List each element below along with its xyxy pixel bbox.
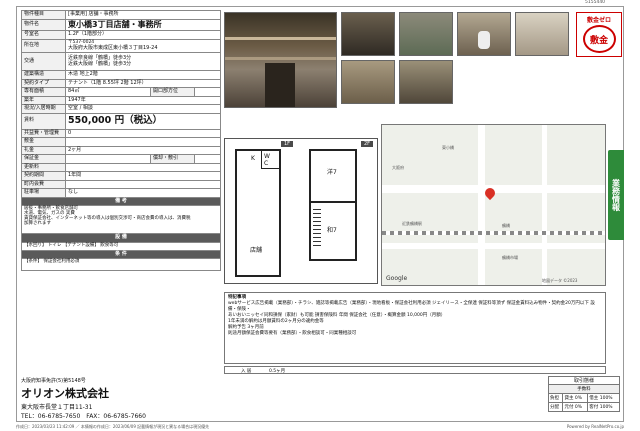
footer-note: 作成日：2023/03/23 11:42:09 ／ 本情報の作成日：2023/0…	[16, 424, 624, 429]
row-period: 契約期間 1年間	[21, 171, 221, 181]
row-structure: 建築構造 木造 地上2階	[21, 70, 221, 80]
exterior-photo[interactable]	[224, 12, 337, 108]
equipment-header: 設 備	[21, 233, 221, 243]
move-in-row: 入 居 0.5ヶ月	[224, 366, 606, 374]
railway-line	[382, 231, 605, 235]
interior-photo-2[interactable]	[399, 12, 453, 56]
staircase	[313, 209, 321, 249]
company-name: オリオン株式会社	[21, 387, 109, 400]
fee-table: 手数料 負担 貸主 0% 借主 100% 分配 元付 0% 客付 100%	[547, 384, 620, 412]
no-deposit-badge: 敷金ゼロ 敷金	[576, 12, 622, 57]
row-area: 専有面積 84㎡ 開口部方位	[21, 87, 222, 97]
row-built: 築年 1947年	[21, 95, 221, 106]
rent-value: 550,000 円（税込）	[65, 112, 221, 130]
conditions-body: 【条件】 保証会社利用必須	[21, 258, 221, 272]
page-code: 5155440	[585, 0, 606, 5]
row-name: 物件名 東小橋3丁目店舗・事務所	[21, 18, 221, 32]
remarks-body: 居抜・事務所・飲食店舗可 水道、電気、ガスの 実費 賃貸保証会社、インターネット…	[21, 205, 221, 235]
conditions-header: 条 件	[21, 249, 221, 260]
row-contract: 契約タイプ テナント（1階 8.55坪 2階 12坪）	[21, 78, 221, 89]
property-details-table: 物件種目 [事業用] 店舗・事務所 物件名 東小橋3丁目店舗・事務所 号室名 1.2F…	[21, 10, 222, 272]
equipment-body: 【水回り】 トイレ 【テナント設備】 飲食等可	[21, 241, 221, 251]
floor-plan[interactable]: 1F 2F W C K 店舗 洋7 和7	[224, 138, 378, 284]
interior-photo-1[interactable]	[341, 12, 395, 56]
row-guarantee: 保証金 償却・敷引	[21, 154, 222, 164]
row-assoc: 町内会費	[21, 179, 221, 190]
row-deposit: 敷金	[21, 137, 221, 147]
fee-row: 負担 貸主 0% 借主 100%	[547, 393, 620, 403]
interior-photo-4[interactable]	[399, 60, 453, 104]
toilet-photo[interactable]	[457, 12, 511, 56]
special-notes: 特記事項 webサービス広告掲載（業務部）・チラシ、雑誌等掲載広告（業務部）・現…	[224, 292, 606, 364]
row-traffic: 交通 近鉄奈良線「鶴橋」徒歩3分 近鉄大阪線「鶴橋」徒歩3分	[21, 52, 221, 72]
row-room: 号室名 1.2F（1階部分）	[21, 30, 221, 40]
agent-block: 大阪府知事免許(5)第5148号 オリオン株式会社 東大阪市長堂１丁目11-31…	[21, 377, 221, 420]
row-renewal: 更新料	[21, 162, 221, 173]
business-info-tab[interactable]: 業務情報	[608, 150, 624, 240]
row-type: 物件種目 [事業用] 店舗・事務所	[21, 10, 221, 20]
location-map[interactable]: 東小橋 大阪府 Google 鶴橋 近鉄鶴橋駅 鶴橋市場 地図データ ©2023	[381, 124, 606, 286]
interior-photo-3[interactable]	[341, 60, 395, 104]
row-keymoney: 礼金 2ヶ月	[21, 145, 221, 156]
row-location: 所在地 〒537-0024 大阪府大阪市東成区東小橋３丁目19-24	[21, 38, 221, 54]
row-parking: 駐車場 なし	[21, 188, 221, 198]
room-photo[interactable]	[515, 12, 569, 56]
fee-row: 分配 元付 0% 客付 100%	[547, 402, 620, 412]
row-rent: 賃料 550,000 円（税込）	[21, 112, 221, 130]
row-common: 共益費・管理費 0	[21, 128, 221, 139]
remarks-header: 備 考	[21, 196, 221, 207]
row-current: 現況/入居時期 空室 / 相談	[21, 104, 221, 114]
contact-numbers: TEL：06-6785-7650 FAX：06-6785-7660	[21, 413, 146, 420]
